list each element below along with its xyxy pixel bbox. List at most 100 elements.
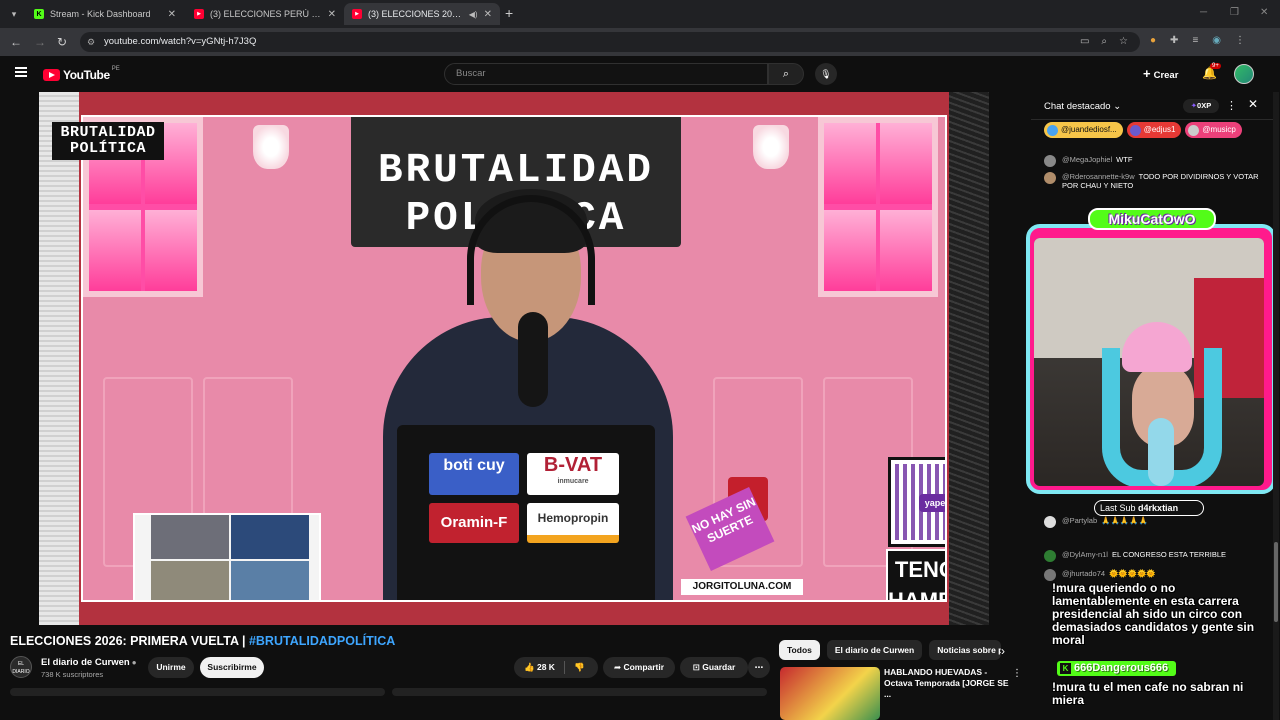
chat-options-icon[interactable]: ⋮ <box>1226 99 1237 112</box>
bookmark-star-icon[interactable]: ☆ <box>1119 32 1128 52</box>
ticker-item[interactable]: @juandediosf... <box>1044 122 1123 138</box>
video-player[interactable]: BRUTALIDAD POLÍTICA boti cuy B-VAT inmuc… <box>39 92 989 625</box>
country-code: PE <box>111 66 120 72</box>
kick-username-badge: K 666Dangerous666 <box>1057 661 1177 676</box>
plus-icon: + <box>1143 66 1151 81</box>
like-button[interactable]: 👍 28 K <box>524 657 555 678</box>
recommendation-chips: Todos El diario de Curwen Noticias sobre… <box>779 640 1002 660</box>
tengo-hambre-card: TENGO HAMBRE <box>886 549 945 600</box>
subscribe-button[interactable]: Suscribirme <box>200 657 264 678</box>
close-window-icon[interactable]: ✕ <box>1260 7 1268 18</box>
tab-search-icon[interactable]: ▾ <box>6 6 22 22</box>
chat-mode-dropdown[interactable]: Chat destacado ⌄ <box>1044 101 1121 112</box>
website-banner: JORGITOLUNA.COM <box>681 579 803 595</box>
laptop: boti cuy B-VAT inmucare Oramin-F Hemopro… <box>397 425 655 600</box>
video-options-icon[interactable]: ⋮ <box>1012 668 1022 679</box>
chat-message: @Rderosannette-k9w TODO POR DIVIDIRNOS Y … <box>1044 172 1259 190</box>
avatar <box>1044 569 1056 581</box>
wall-lamp <box>753 125 789 169</box>
tab-elecciones-2026[interactable]: ▶ (3) ELECCIONES 2026: PRIM ◀) ✕ <box>344 3 500 25</box>
recommended-video-thumbnail[interactable] <box>780 667 880 720</box>
chip-all[interactable]: Todos <box>779 640 820 660</box>
speaker-icon[interactable]: ◀) <box>469 10 478 19</box>
tab-title: Stream - Kick Dashboard <box>50 9 151 19</box>
newspaper-background-right <box>949 92 989 625</box>
forward-icon[interactable]: → <box>34 35 46 49</box>
close-icon[interactable]: ✕ <box>328 9 336 20</box>
description-box[interactable] <box>10 688 385 696</box>
dislike-icon[interactable]: 👎 <box>574 657 585 678</box>
search-icon[interactable]: ⌕ <box>768 63 804 85</box>
last-sub-banner: Last Sub d4rkxtian <box>1094 500 1204 516</box>
sponsor-bvat: B-VAT inmucare <box>527 453 619 495</box>
search-placeholder: Buscar <box>456 68 486 79</box>
studio-window-right <box>818 117 938 297</box>
close-icon[interactable]: ✕ <box>168 9 176 20</box>
picture-in-picture-feed <box>133 513 321 600</box>
brutalidad-logo: BRUTALIDAD POLÍTICA <box>52 122 164 160</box>
ticker-item[interactable]: @musicp <box>1185 122 1242 138</box>
tab-elecciones-peru[interactable]: ▶ (3) ELECCIONES PERÚ 2026 - El ✕ <box>186 3 344 25</box>
page-scrollbar[interactable] <box>1273 92 1279 720</box>
profile-icon[interactable]: ◉ <box>1212 35 1221 46</box>
share-button[interactable]: ➦ Compartir <box>603 657 675 678</box>
join-button[interactable]: Unirme <box>148 657 194 678</box>
minimize-icon[interactable]: ─ <box>1200 7 1207 18</box>
youtube-logo[interactable]: YouTube PE <box>43 66 120 82</box>
back-icon[interactable]: ← <box>10 35 22 49</box>
browser-menu-icon[interactable]: ⋮ <box>1235 35 1245 46</box>
avatar <box>1044 172 1056 184</box>
close-icon[interactable]: ✕ <box>1248 97 1258 111</box>
channel-avatar[interactable]: EL DIARIO <box>10 656 32 678</box>
cast-icon[interactable]: ▭ <box>1080 32 1089 52</box>
avatar[interactable] <box>1234 64 1254 84</box>
channel-name[interactable]: El diario de Curwen ● <box>41 657 137 668</box>
reload-icon[interactable]: ↻ <box>57 35 67 49</box>
kick-icon: K <box>1060 663 1071 674</box>
youtube-icon: ▶ <box>194 9 204 19</box>
create-button[interactable]: + Crear <box>1143 66 1178 81</box>
youtube-header: YouTube PE Buscar ⌕ 🎙 + Crear 🔔 9+ <box>0 56 1280 92</box>
save-button[interactable]: ⊡ Guardar <box>680 657 748 678</box>
chat-message: @Partylab 🙏🙏🙏🙏🙏 <box>1044 516 1148 528</box>
yape-label: yape <box>919 494 945 512</box>
zoom-icon[interactable]: ⌕ <box>1101 32 1107 52</box>
url-field[interactable]: ⚙ youtube.com/watch?v=yGNtj-h7J3Q ▭ ⌕ ☆ <box>80 32 1140 52</box>
hashtag-link[interactable]: #BRUTALIDADPOLÍTICA <box>249 634 395 648</box>
chat-message: @MegaJophiel WTF <box>1044 155 1132 167</box>
xp-badge[interactable]: ✦0XP <box>1183 99 1219 113</box>
chip-channel[interactable]: El diario de Curwen <box>826 640 923 660</box>
save-icon: ⊡ <box>692 662 700 672</box>
close-icon[interactable]: ✕ <box>484 9 492 20</box>
notifications-icon[interactable]: 🔔 9+ <box>1202 63 1221 80</box>
kick-icon: K <box>34 9 44 19</box>
site-info-icon[interactable]: ⚙ <box>87 32 95 52</box>
sponsor-bvat-name: B-VAT <box>543 454 603 476</box>
chat-header: Chat destacado ⌄ ✦0XP ⋮ ✕ <box>1031 92 1274 120</box>
microphone-stand <box>518 312 548 407</box>
chip-news[interactable]: Noticias sobre po <box>929 640 1002 660</box>
avatar <box>1044 155 1056 167</box>
wall-lamp <box>253 125 289 169</box>
chat-message: @jhurtado74 🌞🌞🌞🌞🌞 <box>1044 569 1156 581</box>
tab-kick-dashboard[interactable]: K Stream - Kick Dashboard ✕ <box>26 3 184 25</box>
thumbs-up-icon: 👍 <box>524 662 535 672</box>
comments-preview[interactable] <box>392 688 767 696</box>
more-actions-icon[interactable]: ⋯ <box>748 657 770 678</box>
new-tab-button[interactable]: + <box>505 5 513 21</box>
maximize-icon[interactable]: ❐ <box>1230 7 1239 18</box>
microphone-icon[interactable]: 🎙 <box>815 63 837 85</box>
extensions-puzzle-icon[interactable]: ✚ <box>1170 35 1178 46</box>
youtube-play-icon <box>43 69 60 81</box>
address-bar-row: ← → ↻ ⚙ youtube.com/watch?v=yGNtj-h7J3Q … <box>0 28 1280 56</box>
chevron-right-icon[interactable]: › <box>1001 644 1005 658</box>
like-dislike-group: 👍 28 K 👎 <box>514 657 598 678</box>
video-title: ELECCIONES 2026: PRIMERA VUELTA | #BRUTA… <box>10 634 396 648</box>
qr-code: yape <box>888 457 945 547</box>
menu-icon[interactable] <box>15 67 27 77</box>
tab-search-list-icon[interactable]: ≡ <box>1192 35 1198 46</box>
recommended-video-title[interactable]: HABLANDO HUEVADAS - Octava Temporada [JO… <box>884 667 1010 700</box>
extension-color-icon[interactable]: ● <box>1150 35 1156 46</box>
search-input[interactable]: Buscar <box>444 63 768 85</box>
ticker-item[interactable]: @edjus1 <box>1126 122 1182 138</box>
